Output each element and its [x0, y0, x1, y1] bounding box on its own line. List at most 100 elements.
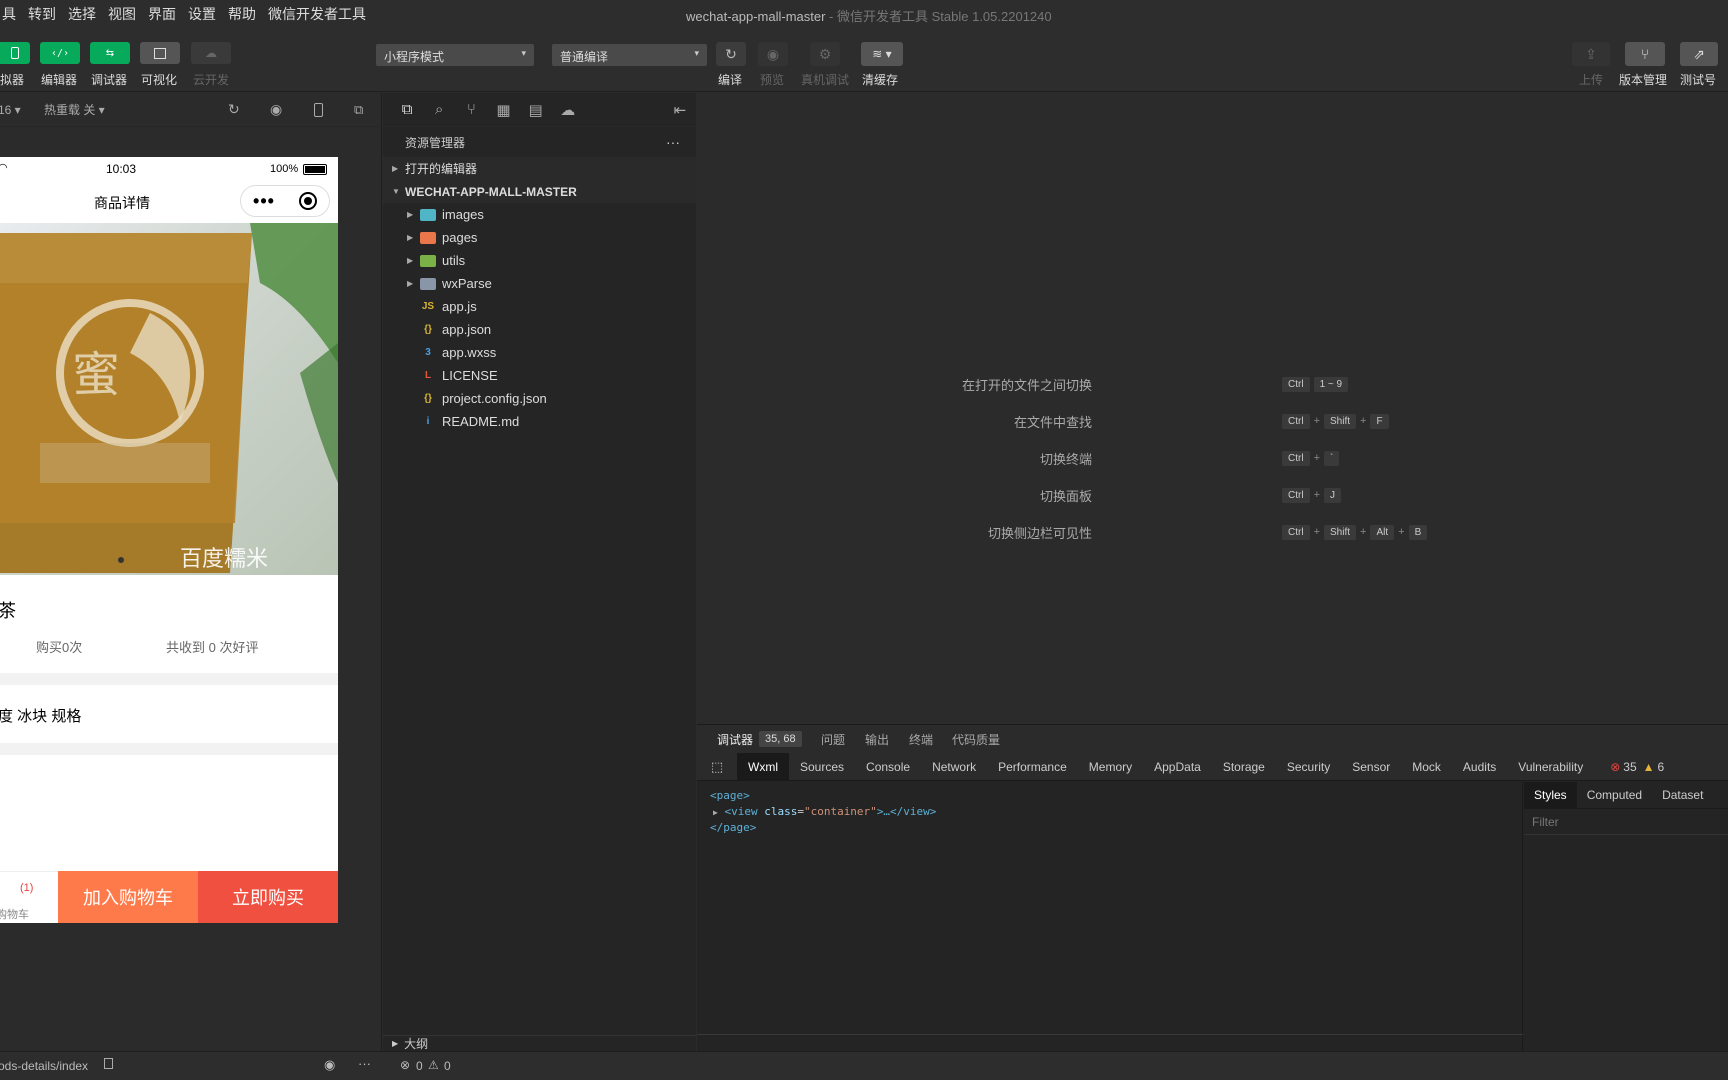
git-branch-icon[interactable]: ⑂: [455, 101, 487, 118]
cloud-icon: ☁: [205, 46, 217, 60]
tab-code-quality[interactable]: 代码质量: [952, 731, 1000, 748]
window-icon[interactable]: ⧉: [354, 102, 363, 118]
upload-button[interactable]: ⇪: [1572, 42, 1610, 66]
image-watermark: 百度糯米: [180, 546, 269, 571]
refresh-icon[interactable]: ↻: [228, 101, 240, 118]
file-tree-item[interactable]: {} project.config.json: [383, 387, 696, 410]
tab-audits[interactable]: Audits: [1452, 753, 1507, 781]
buy-now-button[interactable]: 立即购买: [198, 871, 338, 923]
clearcache-button[interactable]: ≋ ▾: [861, 42, 903, 66]
copy-icon[interactable]: [104, 1058, 113, 1069]
simulator-button[interactable]: [0, 42, 30, 64]
tab-security[interactable]: Security: [1276, 753, 1341, 781]
tab-styles[interactable]: Styles: [1524, 781, 1577, 808]
tab-performance[interactable]: Performance: [987, 753, 1078, 781]
phone-icon[interactable]: [314, 102, 323, 117]
menu-settings[interactable]: 设置: [182, 4, 222, 24]
more-dots-icon[interactable]: •••: [253, 191, 275, 212]
expand-arrow-icon[interactable]: ▶: [713, 808, 718, 817]
file-tree-item[interactable]: ▶ wxParse: [383, 272, 696, 295]
wxml-line-page-close[interactable]: </page>: [710, 821, 756, 834]
status-error-count[interactable]: 0: [416, 1059, 423, 1073]
add-cart-button[interactable]: 加入购物车: [58, 871, 198, 923]
debugger-button[interactable]: ⇆: [90, 42, 130, 64]
file-tree-item[interactable]: i README.md: [383, 410, 696, 433]
cart-button[interactable]: (1) 购物车: [0, 871, 58, 923]
eye-icon[interactable]: ◉: [324, 1057, 335, 1073]
tab-sources[interactable]: Sources: [789, 753, 855, 781]
hotreload-select[interactable]: 热重载 关 ▾: [44, 101, 105, 118]
menu-devtools[interactable]: 微信开发者工具: [262, 4, 372, 24]
search-icon[interactable]: ⌕: [423, 101, 455, 118]
docker-icon[interactable]: ☁: [552, 101, 584, 119]
tab-debugger[interactable]: 调试器: [717, 731, 753, 748]
collapse-panel-icon[interactable]: ⇤: [664, 101, 696, 119]
key-separator: +: [1313, 526, 1320, 538]
carousel-dot[interactable]: [118, 557, 124, 563]
file-tree-item[interactable]: L LICENSE: [383, 364, 696, 387]
wxml-line-view[interactable]: ▶ <view class="container">…</view>: [713, 805, 936, 818]
test-account-button[interactable]: ⇗: [1680, 42, 1718, 66]
styles-filter-input[interactable]: Filter: [1524, 809, 1728, 835]
file-tree-item[interactable]: ▶ utils: [383, 249, 696, 272]
tab-mock[interactable]: Mock: [1401, 753, 1452, 781]
key-separator: +: [1313, 489, 1320, 501]
menu-goto[interactable]: 转到: [22, 4, 62, 24]
files-icon[interactable]: ⧉: [391, 101, 423, 118]
compile-select[interactable]: 普通编译 ▾: [552, 44, 707, 66]
more-icon[interactable]: ···: [358, 1056, 371, 1071]
version-button[interactable]: ⑂: [1625, 42, 1665, 66]
status-warning-count[interactable]: 0: [444, 1059, 451, 1073]
zoom-select[interactable]: 16 ▾: [0, 103, 21, 117]
open-editors-section[interactable]: ▶ 打开的编辑器: [383, 157, 696, 180]
compile-button[interactable]: ↻: [716, 42, 746, 66]
tab-problems[interactable]: 问题: [821, 731, 845, 748]
outline-section[interactable]: ▶ 大纲: [383, 1035, 696, 1051]
spec-row[interactable]: 度 冰块 规格: [0, 685, 338, 743]
file-name: wxParse: [442, 276, 492, 291]
cloud-button[interactable]: ☁: [191, 42, 231, 64]
tab-computed[interactable]: Computed: [1577, 782, 1652, 808]
tab-console[interactable]: Console: [855, 753, 921, 781]
tab-dataset[interactable]: Dataset: [1652, 782, 1713, 808]
tab-appdata[interactable]: AppData: [1143, 753, 1212, 781]
inspect-icon[interactable]: ⬚: [697, 759, 737, 775]
preview-button[interactable]: ◉: [758, 42, 788, 66]
warning-count[interactable]: 6: [1658, 760, 1665, 774]
tab-storage[interactable]: Storage: [1212, 753, 1276, 781]
error-count[interactable]: 35: [1623, 760, 1636, 774]
project-root[interactable]: ▼ WECHAT-APP-MALL-MASTER: [383, 180, 696, 203]
tab-vulnerability[interactable]: Vulnerability: [1507, 753, 1594, 781]
menu-interface[interactable]: 界面: [142, 4, 182, 24]
record-icon[interactable]: ◉: [270, 101, 282, 118]
file-tree-item[interactable]: ▶ pages: [383, 226, 696, 249]
file-icon: {}: [424, 392, 432, 404]
storage-icon[interactable]: ▤: [520, 101, 552, 119]
bottom-action-bar: (1) 购物车 加入购物车 立即购买: [0, 871, 338, 923]
file-name: app.json: [442, 322, 492, 337]
tab-network[interactable]: Network: [921, 753, 987, 781]
wxml-line-page-open[interactable]: <page>: [710, 789, 750, 802]
tab-memory[interactable]: Memory: [1078, 753, 1143, 781]
more-icon[interactable]: ···: [666, 134, 680, 150]
menu-view[interactable]: 视图: [102, 4, 142, 24]
extensions-icon[interactable]: ▦: [487, 101, 519, 119]
product-image[interactable]: 蜜 百度糯米: [0, 223, 338, 575]
page-path[interactable]: ods-details/index: [0, 1059, 88, 1073]
visual-button[interactable]: [140, 42, 180, 64]
file-tree-item[interactable]: 3 app.wxss: [383, 341, 696, 364]
file-tree-item[interactable]: ▶ images: [383, 203, 696, 226]
file-tree-item[interactable]: {} app.json: [383, 318, 696, 341]
tab-wxml[interactable]: Wxml: [737, 752, 789, 781]
tab-terminal[interactable]: 终端: [909, 731, 933, 748]
tab-sensor[interactable]: Sensor: [1341, 753, 1401, 781]
tab-output[interactable]: 输出: [865, 731, 889, 748]
realdebug-button[interactable]: ⚙: [810, 42, 840, 66]
menu-select[interactable]: 选择: [62, 4, 102, 24]
menu-help[interactable]: 帮助: [222, 4, 262, 24]
mode-select[interactable]: 小程序模式 ▾: [376, 44, 534, 66]
editor-button[interactable]: ‹/›: [40, 42, 80, 64]
menu-tool[interactable]: 具: [0, 4, 22, 24]
file-tree-item[interactable]: JS app.js: [383, 295, 696, 318]
close-target-icon[interactable]: [298, 192, 317, 210]
